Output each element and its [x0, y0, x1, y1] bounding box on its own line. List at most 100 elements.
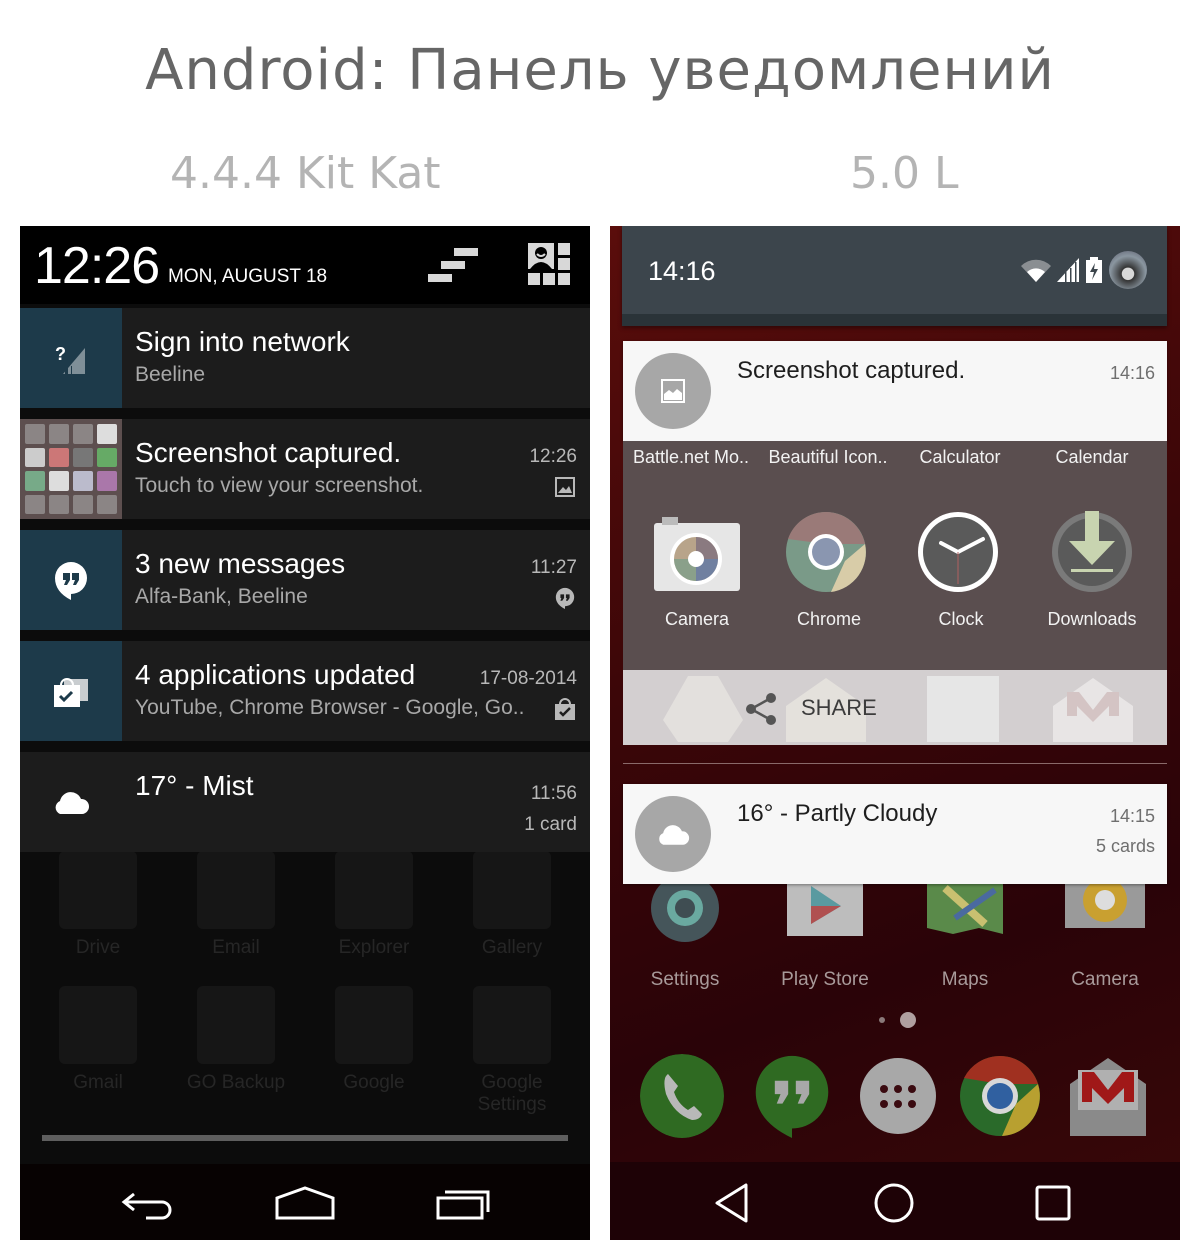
preview-label: Chrome	[796, 609, 862, 629]
version-label-kitkat: 4.4.4 Kit Kat	[170, 148, 441, 199]
gmail-icon	[1053, 678, 1133, 742]
background-app: Google	[314, 986, 434, 1094]
home-app-play-store: Play Store	[760, 878, 890, 991]
hangouts-icon	[555, 587, 575, 609]
recents-icon[interactable]	[435, 1186, 493, 1220]
cell-signal-icon	[1057, 258, 1079, 282]
clear-all-icon[interactable]	[428, 246, 478, 286]
back-icon[interactable]	[714, 1182, 750, 1224]
battery-charging-icon	[1086, 257, 1102, 283]
explorer-icon	[927, 676, 999, 742]
navigation-bar	[610, 1162, 1180, 1240]
notification-weather[interactable]: 16° - Partly Cloudy 14:15 5 cards	[623, 784, 1167, 884]
gmail-icon[interactable]	[1066, 1054, 1150, 1138]
chrome-icon	[786, 511, 866, 592]
image-icon	[555, 477, 575, 497]
avatar[interactable]	[1109, 251, 1147, 289]
background-app: Google Settings	[452, 986, 572, 1116]
cloud-icon	[635, 796, 711, 872]
preview-label: Calculator	[919, 447, 1001, 467]
lollipop-header: 14:16	[622, 226, 1167, 326]
notification-time: 17-08-2014	[479, 668, 577, 689]
chrome-icon[interactable]	[958, 1054, 1042, 1138]
notification-sign-into-network[interactable]: ? Sign into network Beeline	[20, 308, 590, 408]
downloads-icon	[1052, 511, 1132, 592]
preview-label: Downloads	[1047, 609, 1137, 629]
camera-icon	[654, 517, 740, 591]
kitkat-notification-panel: Drive Email Explorer Gallery Gmail GO Ba…	[20, 226, 590, 1240]
screenshot-thumbnail	[20, 419, 122, 519]
wifi-icon	[1021, 259, 1051, 282]
home-icon[interactable]	[873, 1182, 915, 1224]
clock: 12:26	[34, 237, 160, 295]
notification-card-count: 1 card	[524, 814, 577, 835]
date: MON, AUGUST 18	[168, 266, 328, 287]
gallery-icon	[473, 851, 551, 929]
notification-apps-updated[interactable]: 4 applications updated YouTube, Chrome B…	[20, 641, 590, 741]
background-app: Email	[176, 851, 296, 959]
notification-hangouts-messages[interactable]: 3 new messages Alfa-Bank, Beeline 11:27	[20, 530, 590, 630]
divider	[623, 763, 1167, 764]
phone-icon[interactable]	[640, 1054, 724, 1138]
google-settings-icon	[473, 986, 551, 1064]
notification-subtitle: Beeline	[135, 363, 206, 386]
gmail-icon	[59, 986, 137, 1064]
home-app-maps: Maps	[900, 878, 1030, 991]
hangouts-icon[interactable]	[750, 1054, 834, 1138]
image-icon	[635, 353, 711, 429]
back-icon[interactable]	[120, 1190, 176, 1220]
background-app: Drive	[38, 851, 158, 959]
maps-icon	[927, 878, 1003, 934]
recents-icon[interactable]	[1034, 1184, 1072, 1222]
notification-title: Screenshot captured.	[737, 357, 966, 384]
background-app-grid: Drive Email Explorer Gallery Gmail GO Ba…	[20, 851, 590, 1151]
notification-weather[interactable]: 17° - Mist 11:56 1 card	[20, 752, 590, 852]
notification-title: 4 applications updated	[135, 659, 416, 690]
explorer-icon	[335, 851, 413, 929]
notification-subtitle: Alfa-Bank, Beeline	[135, 585, 308, 608]
home-app-camera: Camera	[1040, 878, 1170, 991]
drive-icon	[59, 851, 137, 929]
notification-title: 17° - Mist	[135, 770, 254, 801]
screenshot-preview[interactable]: Battle.net Mo.. Beautiful Icon.. Calcula…	[623, 441, 1167, 671]
page-indicator	[879, 1012, 916, 1028]
home-icon[interactable]	[275, 1186, 335, 1220]
preview-label: Beautiful Icon..	[768, 447, 888, 467]
notification-time: 11:27	[530, 557, 577, 578]
notification-time: 12:26	[529, 446, 577, 467]
preview-label: Battle.net Mo..	[632, 447, 750, 467]
background-app: GO Backup	[176, 986, 296, 1094]
preview-label: Camera	[664, 609, 730, 629]
clock: 14:16	[648, 256, 716, 286]
preview-label: Clock	[938, 609, 984, 629]
app-drawer-icon[interactable]	[856, 1054, 940, 1138]
signal-unknown-icon: ?	[20, 308, 122, 408]
email-icon	[197, 851, 275, 929]
notification-subtitle: YouTube, Chrome Browser - Google, Go..	[135, 696, 525, 719]
cloud-icon	[20, 752, 122, 852]
navigation-bar	[20, 1164, 590, 1240]
notification-screenshot-captured[interactable]: Screenshot captured. 14:16	[623, 341, 1167, 441]
quick-settings-icon[interactable]	[528, 243, 572, 285]
home-app-settings: Settings	[620, 874, 750, 991]
hangouts-icon	[20, 530, 122, 630]
notification-title: 3 new messages	[135, 548, 346, 579]
play-store-bag-icon	[20, 641, 122, 741]
notification-time: 14:16	[1109, 363, 1155, 383]
notification-time: 11:56	[530, 783, 577, 804]
drive-icon	[663, 676, 743, 742]
notification-screenshot-captured[interactable]: Screenshot captured. Touch to view your …	[20, 419, 590, 519]
scrollbar[interactable]	[42, 1135, 568, 1141]
go-backup-icon	[197, 986, 275, 1064]
share-button[interactable]: SHARE	[623, 670, 1167, 745]
share-label: SHARE	[801, 695, 877, 720]
kitkat-header: 12:26 MON, AUGUST 18	[20, 226, 590, 304]
notification-title: Screenshot captured.	[135, 437, 402, 468]
camera-icon	[1065, 878, 1145, 928]
notification-title: Sign into network	[135, 326, 350, 357]
background-app: Gallery	[452, 851, 572, 959]
notification-card-count: 5 cards	[1095, 836, 1155, 856]
play-store-bag-icon	[555, 698, 575, 720]
settings-icon	[651, 874, 719, 942]
google-icon	[335, 986, 413, 1064]
